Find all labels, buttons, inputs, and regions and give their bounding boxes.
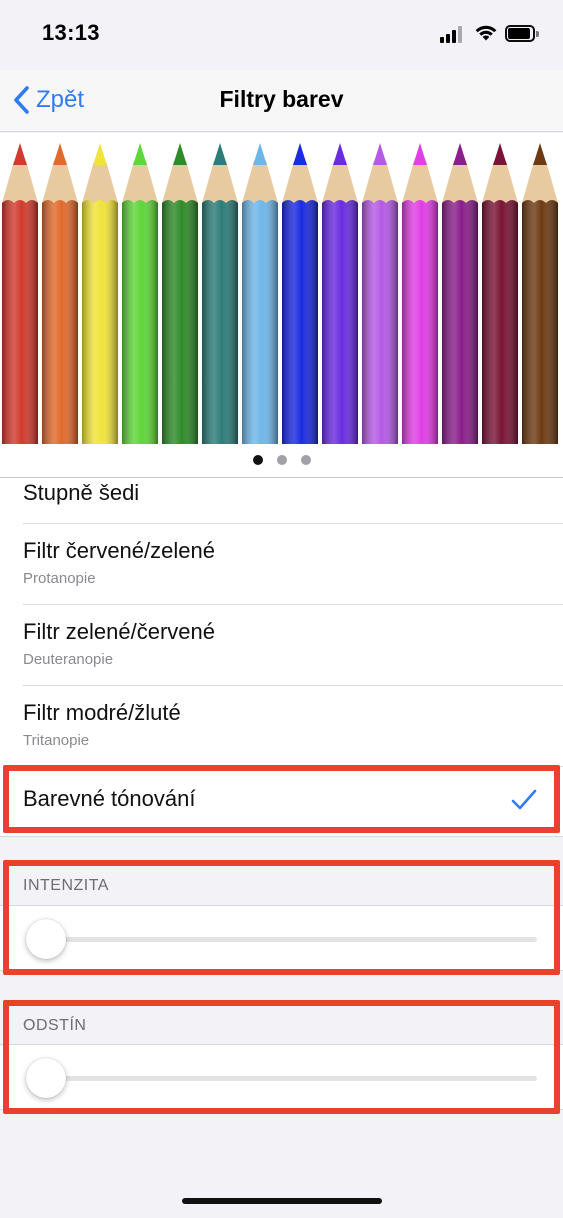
pencil [482,143,518,444]
filter-option-label: Filtr červené/zelené [23,538,215,563]
intensity-slider[interactable] [0,905,563,971]
page-dot[interactable] [276,454,287,465]
filter-option-subtitle: Tritanopie [23,732,90,749]
filter-option-deuteranopia[interactable]: Filtr zelené/červené Deuteranopie [0,605,563,686]
hue-header: ODSTÍN [23,1017,87,1034]
slider-thumb[interactable] [26,1058,66,1098]
status-time: 13:13 [42,20,100,45]
page-dot[interactable] [252,454,263,465]
filter-option-color-tint[interactable]: Barevné tónování [0,767,563,837]
pencil [202,143,238,444]
hue-slider[interactable] [0,1044,563,1110]
battery-icon [505,25,539,42]
page-title: Filtry barev [219,86,344,112]
slider-track[interactable] [46,937,537,942]
checkmark-icon [511,789,537,810]
pencil [42,143,78,444]
color-pencils-preview[interactable] [0,133,563,444]
pencil [442,143,478,444]
filter-option-label: Filtr modré/žluté [23,700,181,725]
pencil [2,143,38,444]
intensity-header: INTENZITA [23,877,109,894]
pencil [82,143,118,444]
pencil [322,143,358,444]
filter-option-protanopia[interactable]: Filtr červené/zelené Protanopie [0,524,563,605]
pencil [402,143,438,444]
home-indicator[interactable] [182,1198,382,1204]
pencil [282,143,318,444]
wifi-icon [474,22,498,42]
status-bar: 13:13 [0,0,563,70]
slider-thumb[interactable] [26,919,66,959]
filter-list: Stupně šedi Filtr červené/zelené Protano… [0,478,563,837]
filter-option-subtitle: Deuteranopie [23,651,114,668]
filter-option-tritanopia[interactable]: Filtr modré/žluté Tritanopie [0,686,563,767]
pencil [122,143,158,444]
slider-track[interactable] [46,1076,537,1081]
filter-option-subtitle: Protanopie [23,570,96,587]
cellular-signal-icon [440,25,466,43]
pencil [162,143,198,444]
navigation-bar: Zpět Filtry barev [0,70,563,132]
pencils-image [2,143,558,444]
filter-option-label: Filtr zelené/červené [23,619,215,644]
pencil [242,143,278,444]
filter-option-label: Barevné tónování [23,786,196,811]
pencil [522,143,558,444]
page-indicator[interactable] [0,444,563,478]
filter-option-grayscale[interactable]: Stupně šedi [0,478,563,524]
filter-option-label: Stupně šedi [23,480,140,505]
page-dot[interactable] [300,454,311,465]
pencil [362,143,398,444]
